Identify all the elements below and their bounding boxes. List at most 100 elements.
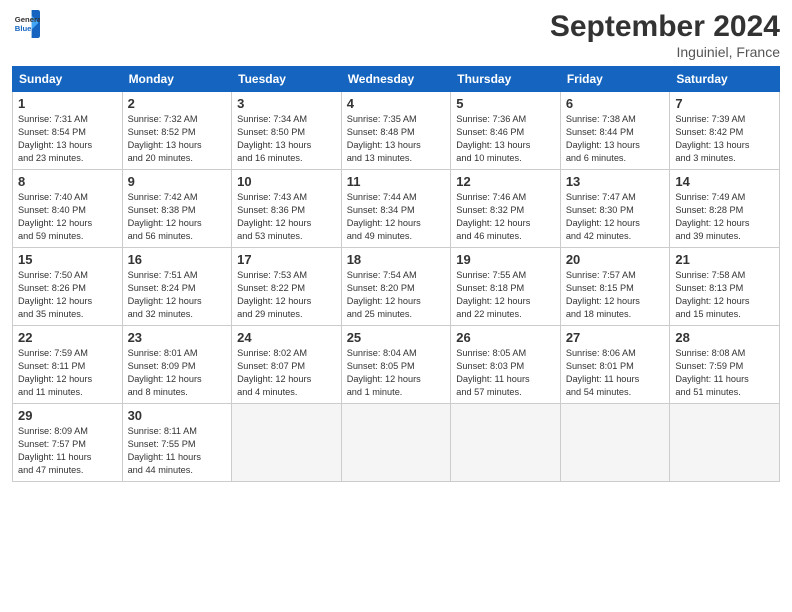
logo-icon: General Blue [12, 10, 40, 38]
day-info: Sunrise: 8:09 AMSunset: 7:57 PMDaylight:… [18, 425, 117, 477]
table-row: 22Sunrise: 7:59 AMSunset: 8:11 PMDayligh… [13, 326, 123, 404]
day-number: 5 [456, 96, 555, 111]
day-info: Sunrise: 8:06 AMSunset: 8:01 PMDaylight:… [566, 347, 665, 399]
day-info: Sunrise: 7:51 AMSunset: 8:24 PMDaylight:… [128, 269, 227, 321]
day-number: 6 [566, 96, 665, 111]
day-info: Sunrise: 7:58 AMSunset: 8:13 PMDaylight:… [675, 269, 774, 321]
calendar-row: 1Sunrise: 7:31 AMSunset: 8:54 PMDaylight… [13, 92, 780, 170]
day-info: Sunrise: 7:40 AMSunset: 8:40 PMDaylight:… [18, 191, 117, 243]
location: Inguiniel, France [550, 44, 780, 60]
calendar-row: 29 Sunrise: 8:09 AMSunset: 7:57 PMDayligh… [13, 404, 780, 482]
table-row: 26Sunrise: 8:05 AMSunset: 8:03 PMDayligh… [451, 326, 561, 404]
table-row: 8 Sunrise: 7:40 AMSunset: 8:40 PMDaylight… [13, 170, 123, 248]
day-info: Sunrise: 8:11 AMSunset: 7:55 PMDaylight:… [128, 425, 227, 477]
day-number: 2 [128, 96, 227, 111]
day-info: Sunrise: 7:53 AMSunset: 8:22 PMDaylight:… [237, 269, 336, 321]
table-row: 7 Sunrise: 7:39 AMSunset: 8:42 PMDaylight… [670, 92, 780, 170]
day-number: 21 [675, 252, 774, 267]
day-number: 24 [237, 330, 336, 345]
table-row: 17 Sunrise: 7:53 AMSunset: 8:22 PMDayligh… [232, 248, 342, 326]
logo: General Blue [12, 10, 40, 38]
table-row: 6 Sunrise: 7:38 AMSunset: 8:44 PMDaylight… [560, 92, 670, 170]
table-row: 27 Sunrise: 8:06 AMSunset: 8:01 PMDayligh… [560, 326, 670, 404]
day-info: Sunrise: 7:34 AMSunset: 8:50 PMDaylight:… [237, 113, 336, 165]
col-monday: Monday [122, 67, 232, 92]
day-number: 20 [566, 252, 665, 267]
calendar-row: 15Sunrise: 7:50 AMSunset: 8:26 PMDayligh… [13, 248, 780, 326]
day-number: 13 [566, 174, 665, 189]
table-row: 29 Sunrise: 8:09 AMSunset: 7:57 PMDayligh… [13, 404, 123, 482]
table-row: 28 Sunrise: 8:08 AMSunset: 7:59 PMDayligh… [670, 326, 780, 404]
day-info: Sunrise: 8:08 AMSunset: 7:59 PMDaylight:… [675, 347, 774, 399]
title-block: September 2024 Inguiniel, France [550, 10, 780, 60]
day-info: Sunrise: 7:43 AMSunset: 8:36 PMDaylight:… [237, 191, 336, 243]
day-number: 23 [128, 330, 227, 345]
page: General Blue September 2024 Inguiniel, F… [0, 0, 792, 612]
table-row: 4 Sunrise: 7:35 AMSunset: 8:48 PMDaylight… [341, 92, 451, 170]
col-saturday: Saturday [670, 67, 780, 92]
day-number: 16 [128, 252, 227, 267]
day-info: Sunrise: 7:39 AMSunset: 8:42 PMDaylight:… [675, 113, 774, 165]
table-row [560, 404, 670, 482]
calendar-header-row: Sunday Monday Tuesday Wednesday Thursday… [13, 67, 780, 92]
day-number: 11 [347, 174, 446, 189]
day-info: Sunrise: 7:42 AMSunset: 8:38 PMDaylight:… [128, 191, 227, 243]
table-row: 13 Sunrise: 7:47 AMSunset: 8:30 PMDayligh… [560, 170, 670, 248]
table-row: 19Sunrise: 7:55 AMSunset: 8:18 PMDayligh… [451, 248, 561, 326]
col-wednesday: Wednesday [341, 67, 451, 92]
table-row: 3 Sunrise: 7:34 AMSunset: 8:50 PMDaylight… [232, 92, 342, 170]
day-number: 12 [456, 174, 555, 189]
table-row: 10 Sunrise: 7:43 AMSunset: 8:36 PMDayligh… [232, 170, 342, 248]
header: General Blue September 2024 Inguiniel, F… [12, 10, 780, 60]
day-info: Sunrise: 7:50 AMSunset: 8:26 PMDaylight:… [18, 269, 117, 321]
table-row: 1Sunrise: 7:31 AMSunset: 8:54 PMDaylight… [13, 92, 123, 170]
day-number: 10 [237, 174, 336, 189]
day-info: Sunrise: 8:04 AMSunset: 8:05 PMDaylight:… [347, 347, 446, 399]
col-thursday: Thursday [451, 67, 561, 92]
calendar-row: 22Sunrise: 7:59 AMSunset: 8:11 PMDayligh… [13, 326, 780, 404]
month-title: September 2024 [550, 10, 780, 44]
table-row: 5 Sunrise: 7:36 AMSunset: 8:46 PMDaylight… [451, 92, 561, 170]
col-tuesday: Tuesday [232, 67, 342, 92]
day-info: Sunrise: 7:46 AMSunset: 8:32 PMDaylight:… [456, 191, 555, 243]
table-row: 14 Sunrise: 7:49 AMSunset: 8:28 PMDayligh… [670, 170, 780, 248]
table-row [232, 404, 342, 482]
day-number: 4 [347, 96, 446, 111]
day-number: 28 [675, 330, 774, 345]
col-friday: Friday [560, 67, 670, 92]
day-info: Sunrise: 7:35 AMSunset: 8:48 PMDaylight:… [347, 113, 446, 165]
day-info: Sunrise: 7:36 AMSunset: 8:46 PMDaylight:… [456, 113, 555, 165]
table-row: 12 Sunrise: 7:46 AMSunset: 8:32 PMDayligh… [451, 170, 561, 248]
day-info: Sunrise: 7:54 AMSunset: 8:20 PMDaylight:… [347, 269, 446, 321]
svg-text:Blue: Blue [15, 24, 32, 33]
day-number: 9 [128, 174, 227, 189]
day-info: Sunrise: 7:47 AMSunset: 8:30 PMDaylight:… [566, 191, 665, 243]
day-number: 29 [18, 408, 117, 423]
calendar-table: Sunday Monday Tuesday Wednesday Thursday… [12, 66, 780, 482]
table-row: 23Sunrise: 8:01 AMSunset: 8:09 PMDayligh… [122, 326, 232, 404]
day-number: 25 [347, 330, 446, 345]
day-info: Sunrise: 7:38 AMSunset: 8:44 PMDaylight:… [566, 113, 665, 165]
day-number: 14 [675, 174, 774, 189]
table-row: 9 Sunrise: 7:42 AMSunset: 8:38 PMDaylight… [122, 170, 232, 248]
day-number: 26 [456, 330, 555, 345]
day-number: 8 [18, 174, 117, 189]
table-row: 20Sunrise: 7:57 AMSunset: 8:15 PMDayligh… [560, 248, 670, 326]
table-row: 18 Sunrise: 7:54 AMSunset: 8:20 PMDayligh… [341, 248, 451, 326]
day-number: 7 [675, 96, 774, 111]
table-row: 21 Sunrise: 7:58 AMSunset: 8:13 PMDayligh… [670, 248, 780, 326]
day-info: Sunrise: 7:59 AMSunset: 8:11 PMDaylight:… [18, 347, 117, 399]
day-info: Sunrise: 7:44 AMSunset: 8:34 PMDaylight:… [347, 191, 446, 243]
calendar-row: 8 Sunrise: 7:40 AMSunset: 8:40 PMDaylight… [13, 170, 780, 248]
day-number: 18 [347, 252, 446, 267]
day-number: 1 [18, 96, 117, 111]
table-row: 15Sunrise: 7:50 AMSunset: 8:26 PMDayligh… [13, 248, 123, 326]
table-row: 30Sunrise: 8:11 AMSunset: 7:55 PMDayligh… [122, 404, 232, 482]
day-number: 17 [237, 252, 336, 267]
day-info: Sunrise: 7:49 AMSunset: 8:28 PMDaylight:… [675, 191, 774, 243]
day-number: 3 [237, 96, 336, 111]
col-sunday: Sunday [13, 67, 123, 92]
svg-text:General: General [15, 15, 40, 24]
table-row: 11 Sunrise: 7:44 AMSunset: 8:34 PMDayligh… [341, 170, 451, 248]
day-number: 27 [566, 330, 665, 345]
